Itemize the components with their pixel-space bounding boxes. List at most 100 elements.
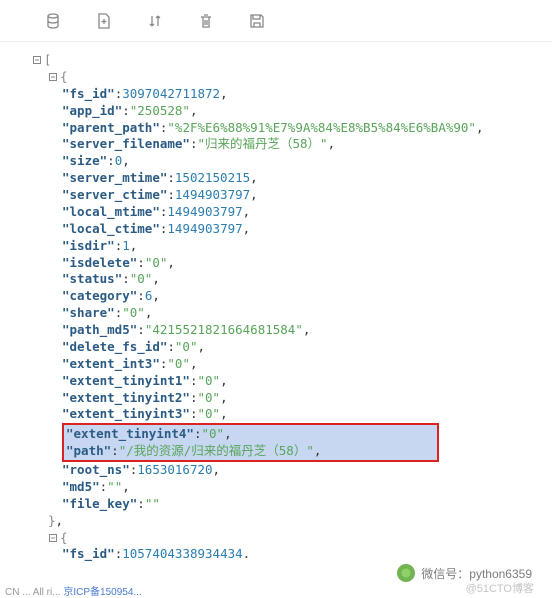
save-icon[interactable] <box>249 13 265 29</box>
json-value: 1494903797 <box>175 187 250 204</box>
collapse-icon[interactable] <box>48 533 58 543</box>
json-value: 3097042711872 <box>122 86 220 103</box>
json-value: "/我的资源/归来的福丹芝（58）" <box>119 443 314 458</box>
json-entry[interactable]: "server_mtime":1502150215, <box>12 170 542 187</box>
toolbar <box>0 0 552 42</box>
sort-icon[interactable] <box>147 13 163 29</box>
json-key: path <box>74 443 104 458</box>
json-key: fs_id <box>70 86 108 101</box>
json-entry-highlighted[interactable]: "extent_tinyint4":"0", "path":"/我的资源/归来的… <box>12 423 542 462</box>
json-value: "0" <box>201 426 224 441</box>
collapse-icon[interactable] <box>48 72 58 82</box>
json-key: extent_int3 <box>70 356 153 371</box>
json-key: delete_fs_id <box>70 339 160 354</box>
footer-link[interactable]: 京ICP备150954... <box>63 587 141 598</box>
json-key: app_id <box>70 103 115 118</box>
json-entry[interactable]: "extent_int3":"0", <box>12 356 542 373</box>
json-entry[interactable]: "size":0, <box>12 153 542 170</box>
json-value: "0" <box>197 373 220 390</box>
json-key: md5 <box>70 479 93 494</box>
brace: { <box>60 69 68 86</box>
json-key: extent_tinyint1 <box>70 373 183 388</box>
database-icon[interactable] <box>45 13 61 29</box>
json-tree: [ { "fs_id":3097042711872, "app_id":"250… <box>0 42 552 563</box>
json-value: "0" <box>175 339 198 356</box>
json-entry[interactable]: "status":"0", <box>12 271 542 288</box>
json-key: status <box>70 271 115 286</box>
json-key: server_mtime <box>70 170 160 185</box>
json-key: extent_tinyint4 <box>74 426 187 441</box>
json-key: extent_tinyint2 <box>70 390 183 405</box>
json-entry[interactable]: "extent_tinyint2":"0", <box>12 390 542 407</box>
json-value: 1057404338934434 <box>122 546 242 563</box>
json-key: parent_path <box>70 120 153 135</box>
json-key: local_ctime <box>70 221 153 236</box>
json-entry[interactable]: "fs_id":3097042711872, <box>12 86 542 103</box>
json-value: 6 <box>145 288 153 305</box>
json-entry[interactable]: "server_filename":"归来的福丹芝（58）", <box>12 136 542 153</box>
json-entry[interactable]: "server_ctime":1494903797, <box>12 187 542 204</box>
json-entry[interactable]: "local_ctime":1494903797, <box>12 221 542 238</box>
new-file-icon[interactable] <box>96 13 112 29</box>
collapse-icon[interactable] <box>32 55 42 65</box>
json-entry[interactable]: "parent_path":"%2F%E6%88%91%E7%9A%84%E8%… <box>12 120 542 137</box>
object-open-row[interactable]: { <box>12 530 542 547</box>
json-value: 1 <box>122 238 130 255</box>
json-value: 1502150215 <box>175 170 250 187</box>
json-key: category <box>70 288 130 303</box>
json-value: "0" <box>122 305 145 322</box>
json-value: "" <box>107 479 122 496</box>
json-entry[interactable]: "md5":"", <box>12 479 542 496</box>
wechat-icon <box>397 564 415 582</box>
json-entry[interactable]: "root_ns":1653016720, <box>12 462 542 479</box>
footer: CN ... All ri... 京ICP备150954... <box>5 583 142 598</box>
json-key: isdir <box>70 238 108 253</box>
json-value: 0 <box>115 153 123 170</box>
json-key: server_ctime <box>70 187 160 202</box>
brace: } <box>48 513 56 530</box>
bracket: [ <box>44 52 52 69</box>
json-key: path_md5 <box>70 322 130 337</box>
delete-icon[interactable] <box>198 13 214 29</box>
object-open-row[interactable]: { <box>12 69 542 86</box>
brace: { <box>60 530 68 547</box>
watermark-text: 微信号：python6359 <box>421 565 532 582</box>
json-value: "0" <box>145 255 168 272</box>
json-key: local_mtime <box>70 204 153 219</box>
json-entry[interactable]: "extent_tinyint1":"0", <box>12 373 542 390</box>
json-entry[interactable]: "fs_id":1057404338934434. <box>12 546 542 563</box>
json-key: size <box>70 153 100 168</box>
json-entry[interactable]: "isdelete":"0", <box>12 255 542 272</box>
json-key: root_ns <box>70 462 123 477</box>
json-entry[interactable]: "category":6, <box>12 288 542 305</box>
json-entry[interactable]: "delete_fs_id":"0", <box>12 339 542 356</box>
json-value: "" <box>145 496 160 513</box>
json-key: fs_id <box>70 546 108 561</box>
json-value: 1494903797 <box>167 221 242 238</box>
comma: , <box>56 513 64 530</box>
json-key: server_filename <box>70 136 183 151</box>
object-close-row: }, <box>12 513 542 530</box>
json-value: "%2F%E6%88%91%E7%9A%84%E8%B5%84%E6%BA%90… <box>167 120 476 137</box>
json-entry[interactable]: "isdir":1, <box>12 238 542 255</box>
json-value: "0" <box>197 406 220 423</box>
json-entry[interactable]: "share":"0", <box>12 305 542 322</box>
json-value: 1653016720 <box>137 462 212 479</box>
json-key: share <box>70 305 108 320</box>
json-key: file_key <box>70 496 130 511</box>
json-value: "归来的福丹芝（58）" <box>197 136 327 153</box>
json-key: isdelete <box>70 255 130 270</box>
footer-left: CN ... All ri... <box>5 587 63 598</box>
json-value: "0" <box>167 356 190 373</box>
json-entry[interactable]: "path_md5":"4215521821664681584", <box>12 322 542 339</box>
array-open-row[interactable]: [ <box>12 52 542 69</box>
json-entry[interactable]: "app_id":"250528", <box>12 103 542 120</box>
json-entry[interactable]: "extent_tinyint3":"0", <box>12 406 542 423</box>
json-entry[interactable]: "local_mtime":1494903797, <box>12 204 542 221</box>
json-entry[interactable]: "file_key":"" <box>12 496 542 513</box>
json-value: "4215521821664681584" <box>145 322 303 339</box>
json-value: "0" <box>130 271 153 288</box>
json-value: 1494903797 <box>167 204 242 221</box>
json-value: "250528" <box>130 103 190 120</box>
json-key: extent_tinyint3 <box>70 406 183 421</box>
